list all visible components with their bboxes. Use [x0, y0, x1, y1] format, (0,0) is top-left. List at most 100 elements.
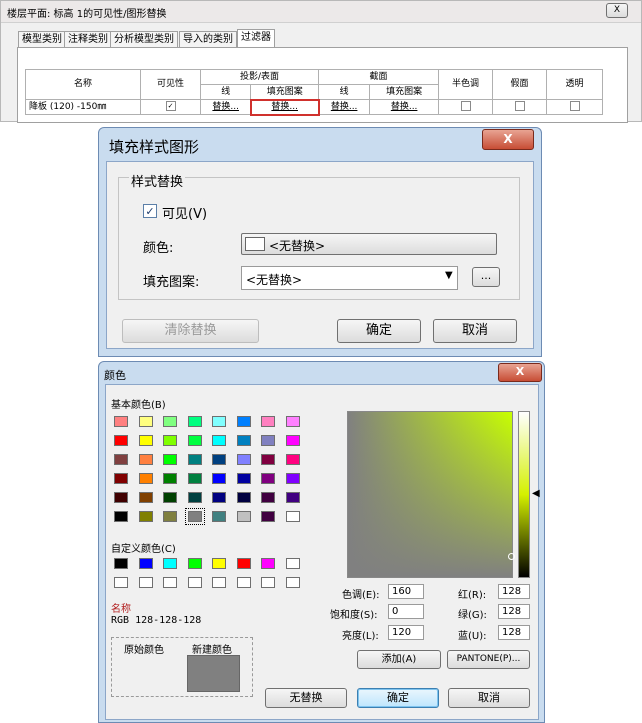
- tab-imported-categories[interactable]: 导入的类别: [179, 31, 237, 47]
- basic-color-swatch[interactable]: [261, 416, 275, 427]
- basic-color-swatch[interactable]: [138, 416, 153, 427]
- pattern-select[interactable]: <无替换> ▼: [241, 266, 458, 290]
- basic-color-swatch[interactable]: [261, 511, 275, 522]
- close-button[interactable]: X: [606, 3, 628, 18]
- basic-color-swatch[interactable]: [285, 492, 300, 503]
- hue-input[interactable]: 160: [388, 584, 424, 599]
- custom-color-swatch[interactable]: [163, 577, 177, 588]
- caret-left-icon[interactable]: ◀: [532, 488, 540, 499]
- basic-color-swatch[interactable]: [261, 435, 275, 446]
- luminance-slider[interactable]: [518, 411, 530, 578]
- basic-color-swatch[interactable]: [138, 473, 153, 484]
- custom-color-swatch[interactable]: [285, 558, 300, 569]
- basic-color-swatch[interactable]: [236, 511, 251, 522]
- color-spectrum[interactable]: [347, 411, 513, 578]
- ok-button[interactable]: 确定: [337, 319, 421, 343]
- basic-color-swatch[interactable]: [212, 416, 226, 427]
- proj-pattern-replace[interactable]: 替换...: [249, 98, 320, 116]
- saturation-input[interactable]: 0: [388, 604, 424, 619]
- custom-color-swatch[interactable]: [236, 558, 251, 569]
- clear-override-button[interactable]: 清除替换: [122, 319, 259, 343]
- basic-color-swatch[interactable]: [261, 454, 275, 465]
- no-override-button[interactable]: 无替换: [265, 688, 347, 708]
- basic-color-swatch[interactable]: [187, 492, 202, 503]
- cut-line-replace[interactable]: 替换...: [317, 99, 371, 115]
- basic-color-swatch[interactable]: [114, 473, 128, 484]
- luminance-input[interactable]: 120: [388, 625, 424, 640]
- basic-color-swatch[interactable]: [212, 492, 226, 503]
- basic-color-swatch[interactable]: [184, 508, 205, 525]
- green-input[interactable]: 128: [498, 604, 530, 619]
- custom-color-swatch[interactable]: [114, 577, 128, 588]
- cancel-button[interactable]: 取消: [448, 688, 530, 708]
- basic-color-swatch[interactable]: [212, 511, 226, 522]
- basic-color-swatch[interactable]: [163, 435, 177, 446]
- basic-color-swatch[interactable]: [138, 454, 153, 465]
- basic-color-swatch[interactable]: [187, 454, 202, 465]
- basic-color-swatch[interactable]: [285, 473, 300, 484]
- basic-color-swatch[interactable]: [212, 473, 226, 484]
- visible-checkbox[interactable]: ✓: [143, 204, 157, 218]
- transparent-checkbox[interactable]: [569, 101, 580, 111]
- browse-button[interactable]: ...: [472, 267, 500, 287]
- basic-color-swatch[interactable]: [163, 511, 177, 522]
- basic-color-swatch[interactable]: [163, 416, 177, 427]
- color-button[interactable]: <无替换>: [241, 233, 497, 255]
- blue-input[interactable]: 128: [498, 625, 530, 640]
- basic-color-swatch[interactable]: [236, 454, 251, 465]
- halftone-checkbox[interactable]: [460, 101, 471, 111]
- custom-color-swatch[interactable]: [187, 577, 202, 588]
- ok-button[interactable]: 确定: [357, 688, 439, 708]
- basic-color-swatch[interactable]: [138, 492, 153, 503]
- basic-color-swatch[interactable]: [163, 473, 177, 484]
- custom-color-swatch[interactable]: [114, 558, 128, 569]
- basic-color-swatch[interactable]: [261, 473, 275, 484]
- red-input[interactable]: 128: [498, 584, 530, 599]
- add-button[interactable]: 添加(A): [357, 650, 441, 669]
- basic-color-swatch[interactable]: [187, 416, 202, 427]
- custom-color-swatch[interactable]: [212, 577, 226, 588]
- basic-color-swatch[interactable]: [114, 435, 128, 446]
- close-button[interactable]: X: [482, 129, 534, 150]
- proj-line-replace[interactable]: 替换...: [199, 99, 252, 115]
- custom-color-swatch[interactable]: [163, 558, 177, 569]
- crosshair-marker[interactable]: [508, 553, 515, 560]
- tab-annotation-categories[interactable]: 注释类别: [64, 31, 112, 47]
- cut-pattern-replace[interactable]: 替换...: [369, 99, 439, 115]
- basic-color-swatch[interactable]: [285, 511, 300, 522]
- visibility-checkbox[interactable]: ✓: [165, 101, 176, 111]
- custom-color-swatch[interactable]: [261, 577, 275, 588]
- custom-color-swatch[interactable]: [236, 577, 251, 588]
- tab-filters[interactable]: 过滤器: [237, 29, 275, 47]
- tab-model-categories[interactable]: 模型类别: [18, 31, 66, 47]
- custom-color-swatch[interactable]: [187, 558, 202, 569]
- basic-color-swatch[interactable]: [236, 492, 251, 503]
- pantone-button[interactable]: PANTONE(P)...: [447, 650, 530, 669]
- close-button[interactable]: X: [498, 363, 542, 382]
- basic-color-swatch[interactable]: [236, 473, 251, 484]
- ghost-checkbox[interactable]: [514, 101, 525, 111]
- basic-color-swatch[interactable]: [236, 416, 251, 427]
- basic-color-swatch[interactable]: [163, 454, 177, 465]
- custom-color-swatch[interactable]: [212, 558, 226, 569]
- tab-analytical-categories[interactable]: 分析模型类别: [110, 31, 178, 47]
- basic-color-swatch[interactable]: [212, 454, 226, 465]
- cancel-button[interactable]: 取消: [433, 319, 517, 343]
- basic-color-swatch[interactable]: [212, 435, 226, 446]
- basic-color-swatch[interactable]: [138, 435, 153, 446]
- basic-color-swatch[interactable]: [163, 492, 177, 503]
- basic-color-swatch[interactable]: [138, 511, 153, 522]
- basic-color-swatch[interactable]: [114, 492, 128, 503]
- custom-color-swatch[interactable]: [138, 558, 153, 569]
- basic-color-swatch[interactable]: [285, 454, 300, 465]
- custom-color-swatch[interactable]: [261, 558, 275, 569]
- custom-color-swatch[interactable]: [138, 577, 153, 588]
- basic-color-swatch[interactable]: [187, 435, 202, 446]
- basic-color-swatch[interactable]: [114, 416, 128, 427]
- basic-color-swatch[interactable]: [236, 435, 251, 446]
- basic-color-swatch[interactable]: [114, 454, 128, 465]
- custom-color-swatch[interactable]: [285, 577, 300, 588]
- basic-color-swatch[interactable]: [285, 416, 300, 427]
- basic-color-swatch[interactable]: [285, 435, 300, 446]
- basic-color-swatch[interactable]: [187, 473, 202, 484]
